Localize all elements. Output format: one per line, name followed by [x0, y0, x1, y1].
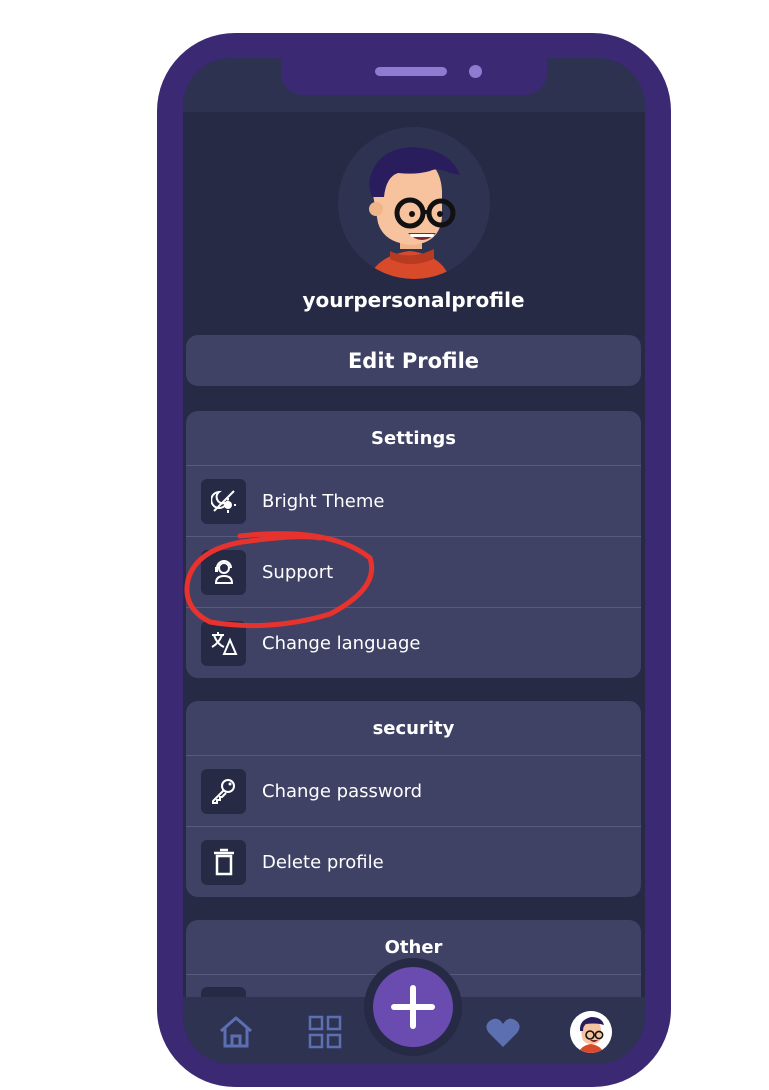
delete-profile-item[interactable]: Delete profile: [186, 827, 641, 897]
change-password-item[interactable]: Change password: [186, 756, 641, 827]
username: yourpersonalprofile: [302, 288, 525, 312]
annotation-circle-icon: [184, 531, 375, 629]
add-button[interactable]: [373, 967, 453, 1047]
heart-icon[interactable]: [484, 1016, 522, 1050]
profile-nav-avatar[interactable]: [570, 1011, 612, 1053]
grid-icon[interactable]: [306, 1013, 344, 1051]
notch: [281, 33, 547, 95]
front-camera: [469, 65, 482, 78]
profile-avatar-icon: [570, 1011, 612, 1053]
delete-profile-label: Delete profile: [262, 851, 384, 873]
security-title: security: [186, 701, 641, 756]
edit-profile-button[interactable]: Edit Profile: [186, 335, 641, 386]
key-icon: [201, 768, 246, 814]
speaker-grille: [375, 67, 447, 76]
settings-title: Settings: [186, 411, 641, 466]
add-icon: [391, 985, 435, 1029]
bright-theme-item[interactable]: Bright Theme: [186, 466, 641, 537]
change-language-label: Change language: [262, 632, 421, 654]
profile-avatar[interactable]: [338, 127, 490, 279]
bright-theme-label: Bright Theme: [262, 490, 385, 512]
home-icon[interactable]: [216, 1013, 256, 1051]
avatar-illustration-icon: [338, 127, 490, 279]
trash-icon: [201, 839, 246, 885]
theme-toggle-icon: [201, 478, 246, 524]
security-card: security Change password Delete profile: [186, 701, 641, 897]
change-password-label: Change password: [262, 780, 423, 802]
